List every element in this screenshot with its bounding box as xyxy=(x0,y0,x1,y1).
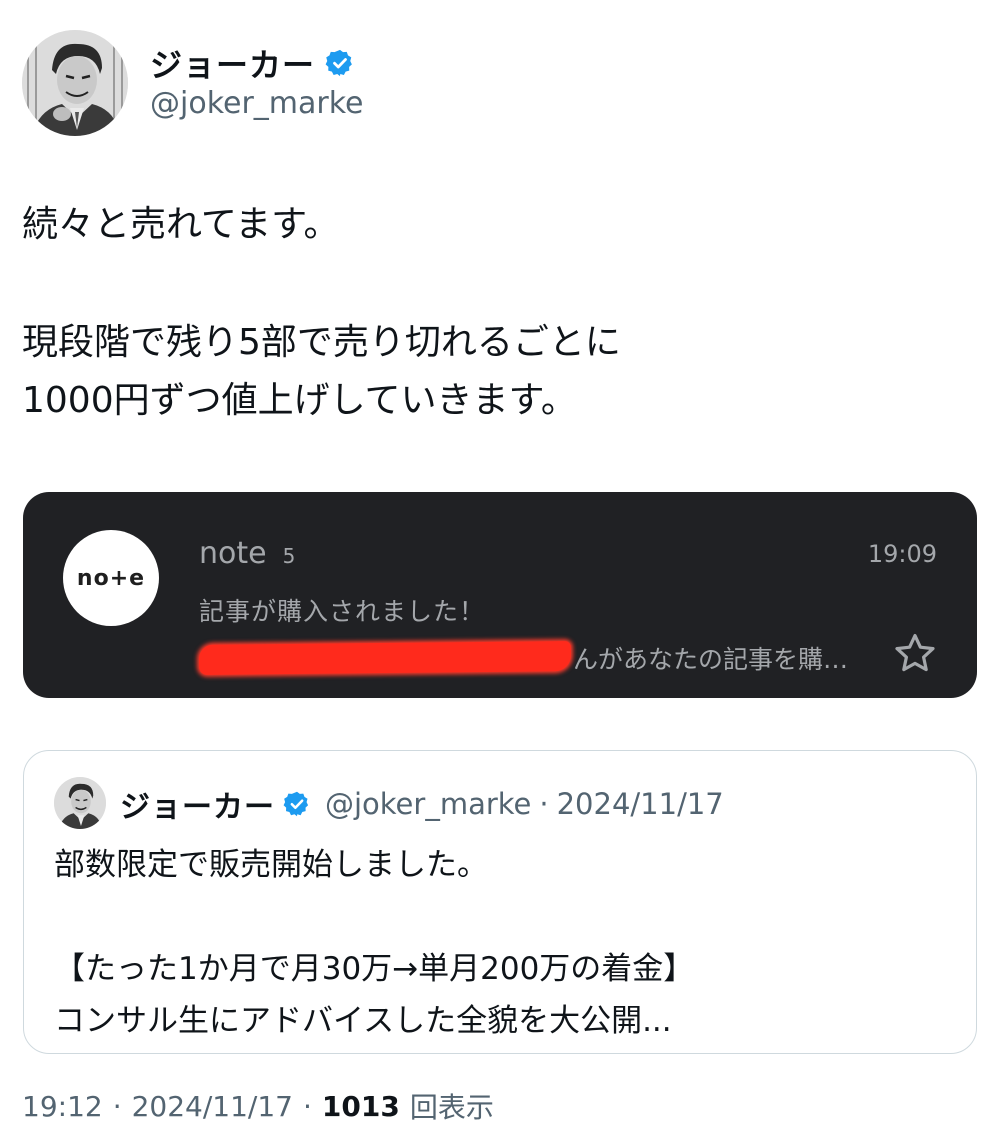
tweet-line: 1000円ずつ値上げしていきます。 xyxy=(22,380,577,421)
post-meta: 19:12 · 2024/11/17 · 1013 回表示 xyxy=(22,1084,494,1128)
notification-screenshot[interactable]: no+e note 5 19:09 記事が購入されました！ んがあなたの記事を購… xyxy=(23,492,977,698)
views-label: 回表示 xyxy=(409,1091,494,1124)
separator-dot: · xyxy=(539,787,549,821)
author-avatar[interactable] xyxy=(22,30,128,136)
notification-app-row: note 5 xyxy=(199,536,295,571)
verified-badge-icon xyxy=(283,790,311,818)
author-handle[interactable]: @joker_marke xyxy=(150,86,364,121)
post-date[interactable]: 2024/11/17 xyxy=(132,1090,293,1123)
quoted-post-card[interactable]: ジョーカー @joker_marke · 2024/11/17 部数限定で販売開… xyxy=(23,750,977,1054)
quoted-author-name: ジョーカー xyxy=(120,790,275,825)
quoted-line: コンサル生にアドバイスした全貌を大公開... xyxy=(54,1003,672,1039)
post-time[interactable]: 19:12 xyxy=(22,1090,103,1123)
note-app-icon: no+e xyxy=(63,530,159,626)
notification-app-name: note xyxy=(199,536,267,571)
notification-count: 5 xyxy=(282,544,296,568)
tweet-line: 現段階で残り5部で売り切れるごとに xyxy=(22,322,621,363)
quoted-post-header: ジョーカー @joker_marke · 2024/11/17 xyxy=(120,781,724,827)
quoted-author-avatar xyxy=(54,777,106,829)
quoted-post-date: 2024/11/17 xyxy=(556,787,724,821)
views-count: 1013 xyxy=(321,1089,400,1123)
quoted-author-handle: @joker_marke xyxy=(325,787,532,821)
separator-dot: · xyxy=(112,1089,122,1123)
author-display-name[interactable]: ジョーカー xyxy=(150,40,315,86)
author-name-row: ジョーカー xyxy=(150,40,355,86)
quoted-blank-line xyxy=(54,891,954,943)
note-app-icon-text: no+e xyxy=(76,565,146,591)
verified-badge-icon xyxy=(325,48,355,78)
tweet-text: 続々と売れてます。 現段階で残り5部で売り切れるごとに 1000円ずつ値上げして… xyxy=(22,196,972,430)
tweet-line: 続々と売れてます。 xyxy=(22,204,340,245)
quoted-line: 部数限定で販売開始しました。 xyxy=(54,847,488,883)
notification-body: んがあなたの記事を購… xyxy=(198,640,899,676)
notification-body-text: んがあなたの記事を購… xyxy=(573,645,849,674)
notification-time: 19:09 xyxy=(867,540,937,568)
quoted-post-text: 部数限定で販売開始しました。 【たった1か月で月30万→単月200万の着金】 コ… xyxy=(54,839,954,1047)
star-outline-icon xyxy=(891,630,939,678)
notification-title: 記事が購入されました！ xyxy=(199,597,486,626)
separator-dot: · xyxy=(303,1089,312,1123)
quoted-line: 【たった1か月で月30万→単月200万の着金】 xyxy=(54,951,695,987)
redaction-mark xyxy=(198,641,572,675)
